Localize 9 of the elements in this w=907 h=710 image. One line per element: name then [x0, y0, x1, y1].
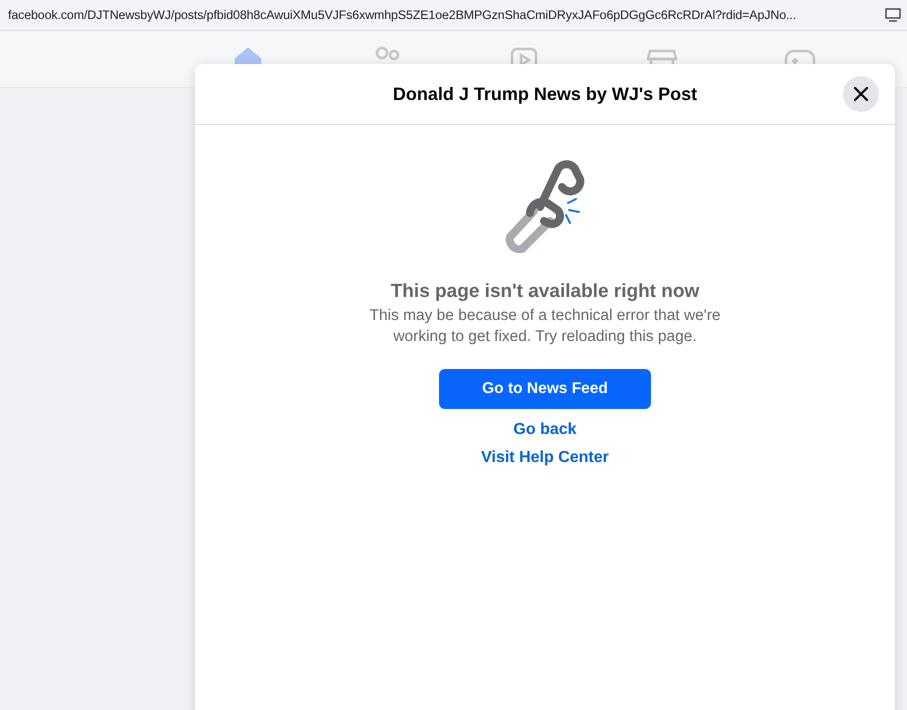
- close-icon: [853, 86, 869, 102]
- dialog-title: Donald J Trump News by WJ's Post: [392, 84, 698, 104]
- error-message: This may be because of a technical error that we're working to get fixed. Try reloading this page.: [368, 306, 722, 347]
- close-button[interactable]: [843, 76, 879, 112]
- link[interactable]: Go back: [513, 416, 577, 444]
- news-feed-button[interactable]: Go to News Feed: [439, 369, 651, 409]
- error-heading: This page isn't available right now: [390, 281, 700, 303]
- screen-icon[interactable]: [885, 8, 901, 22]
- link[interactable]: Visit Help Center: [481, 444, 609, 472]
